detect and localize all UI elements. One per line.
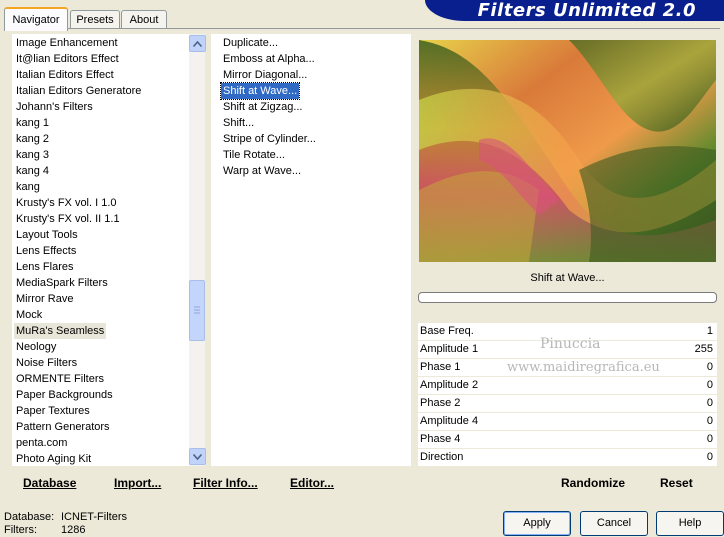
category-item[interactable]: MediaSpark Filters	[14, 275, 110, 291]
parameter-label: Amplitude 4	[420, 415, 479, 427]
database-link[interactable]: Database	[23, 476, 76, 490]
help-button[interactable]: Help	[656, 511, 724, 536]
category-item[interactable]: Krusty's FX vol. I 1.0	[14, 195, 119, 211]
category-item[interactable]: Italian Editors Effect	[14, 67, 116, 83]
category-items: Image Enhancement It@lian Editors Effect I…	[14, 34, 190, 466]
status-database-label: Database:	[4, 511, 55, 523]
progress-bar	[418, 292, 717, 303]
category-item[interactable]: Paper Backgrounds	[14, 387, 115, 403]
preview-image	[419, 40, 716, 262]
category-item[interactable]: Mirror Rave	[14, 291, 75, 307]
watermark-line2: www.maidiregrafica.eu	[507, 360, 660, 375]
parameter-value: 0	[706, 415, 713, 427]
import-link[interactable]: Import...	[114, 476, 161, 490]
parameter-value: 0	[706, 451, 713, 463]
parameter-label: Phase 4	[420, 433, 461, 445]
scroll-down-icon[interactable]	[189, 448, 206, 465]
category-item[interactable]: It@lian Editors Effect	[14, 51, 121, 67]
filter-item[interactable]: Shift at Zigzag...	[221, 99, 304, 115]
status-filters-label: Filters:	[4, 524, 37, 536]
category-item[interactable]: Italian Editors Generatore	[14, 83, 143, 99]
category-item[interactable]: Lens Effects	[14, 243, 78, 259]
parameter-value: 255	[694, 343, 713, 355]
filter-name-label: Shift at Wave...	[530, 272, 605, 284]
parameter-value: 0	[706, 433, 713, 445]
parameter-label: Amplitude 2	[420, 379, 479, 391]
category-item[interactable]: Noise Filters	[14, 355, 79, 371]
parameter-row[interactable]: Direction 0	[418, 449, 717, 466]
parameter-row[interactable]: Amplitude 4 0	[418, 413, 717, 430]
randomize-link[interactable]: Randomize	[561, 476, 625, 490]
filter-item[interactable]: Warp at Wave...	[221, 163, 303, 179]
filter-item[interactable]: Shift at Wave...	[219, 82, 301, 100]
category-item[interactable]: Mock	[14, 307, 44, 323]
parameter-row[interactable]: Phase 2 0	[418, 395, 717, 412]
editor-link[interactable]: Editor...	[290, 476, 334, 490]
status-filters-value: 1286	[61, 524, 86, 536]
tab-strip-line	[4, 28, 720, 29]
reset-link[interactable]: Reset	[660, 476, 693, 490]
category-item[interactable]: kang 2	[14, 131, 51, 147]
category-item[interactable]: Pattern Generators	[14, 419, 112, 435]
parameter-row[interactable]: Phase 4 0	[418, 431, 717, 448]
category-item[interactable]: kang 1	[14, 115, 51, 131]
category-scroll-thumb[interactable]	[189, 280, 205, 341]
scroll-up-icon[interactable]	[189, 35, 206, 52]
parameter-value: 0	[706, 397, 713, 409]
filter-info-link[interactable]: Filter Info...	[193, 476, 258, 490]
title-banner: Filters Unlimited 2.0	[425, 0, 724, 21]
app-title: Filters Unlimited 2.0	[477, 0, 696, 21]
category-item[interactable]: penta.com	[14, 435, 69, 451]
parameter-row[interactable]: Amplitude 2 0	[418, 377, 717, 394]
category-item[interactable]: Image Enhancement	[14, 35, 120, 51]
filter-item[interactable]: Tile Rotate...	[221, 147, 287, 163]
category-item[interactable]: Layout Tools	[14, 227, 80, 243]
status-database-value: ICNET-Filters	[61, 511, 127, 523]
filter-item[interactable]: Duplicate...	[221, 35, 280, 51]
category-item[interactable]: MuRa's Seamless	[14, 323, 107, 339]
parameter-label: Base Freq.	[420, 325, 474, 337]
parameter-label: Direction	[420, 451, 464, 463]
apply-button[interactable]: Apply	[503, 511, 571, 536]
category-item[interactable]: ORMENTE Filters	[14, 371, 106, 387]
parameter-slider[interactable]	[418, 431, 717, 448]
category-item[interactable]: kang 3	[14, 147, 51, 163]
watermark-line1: Pinuccia	[540, 336, 601, 352]
parameter-value: 1	[706, 325, 713, 337]
category-item[interactable]: Lens Flares	[14, 259, 75, 275]
category-item[interactable]: Paper Textures	[14, 403, 92, 419]
parameter-label: Phase 2	[420, 397, 461, 409]
parameter-value: 0	[706, 361, 713, 373]
category-item[interactable]: Krusty's FX vol. II 1.1	[14, 211, 122, 227]
parameter-slider[interactable]	[418, 395, 717, 412]
tab-presets[interactable]: Presets	[70, 10, 120, 29]
category-scrollbar[interactable]	[189, 34, 205, 466]
filter-item[interactable]: Shift...	[221, 115, 256, 131]
filter-item[interactable]: Mirror Diagonal...	[221, 67, 309, 83]
filter-list[interactable]: Duplicate... Emboss at Alpha... Mirror Dia…	[211, 34, 411, 466]
parameter-value: 0	[706, 379, 713, 391]
parameter-label: Phase 1	[420, 361, 461, 373]
tab-about[interactable]: About	[121, 10, 167, 29]
filter-items: Duplicate... Emboss at Alpha... Mirror Dia…	[219, 34, 411, 466]
category-item[interactable]: Neology	[14, 339, 58, 355]
filter-item[interactable]: Emboss at Alpha...	[221, 51, 317, 67]
parameter-label: Amplitude 1	[420, 343, 479, 355]
category-item[interactable]: Photo Aging Kit	[14, 451, 93, 467]
category-item[interactable]: Johann's Filters	[14, 99, 95, 115]
category-item[interactable]: kang 4	[14, 163, 51, 179]
category-list[interactable]: Image Enhancement It@lian Editors Effect I…	[12, 34, 206, 466]
tab-navigator[interactable]: Navigator	[4, 7, 68, 31]
category-item[interactable]: kang	[14, 179, 42, 195]
cancel-button[interactable]: Cancel	[580, 511, 648, 536]
filter-item[interactable]: Stripe of Cylinder...	[221, 131, 318, 147]
